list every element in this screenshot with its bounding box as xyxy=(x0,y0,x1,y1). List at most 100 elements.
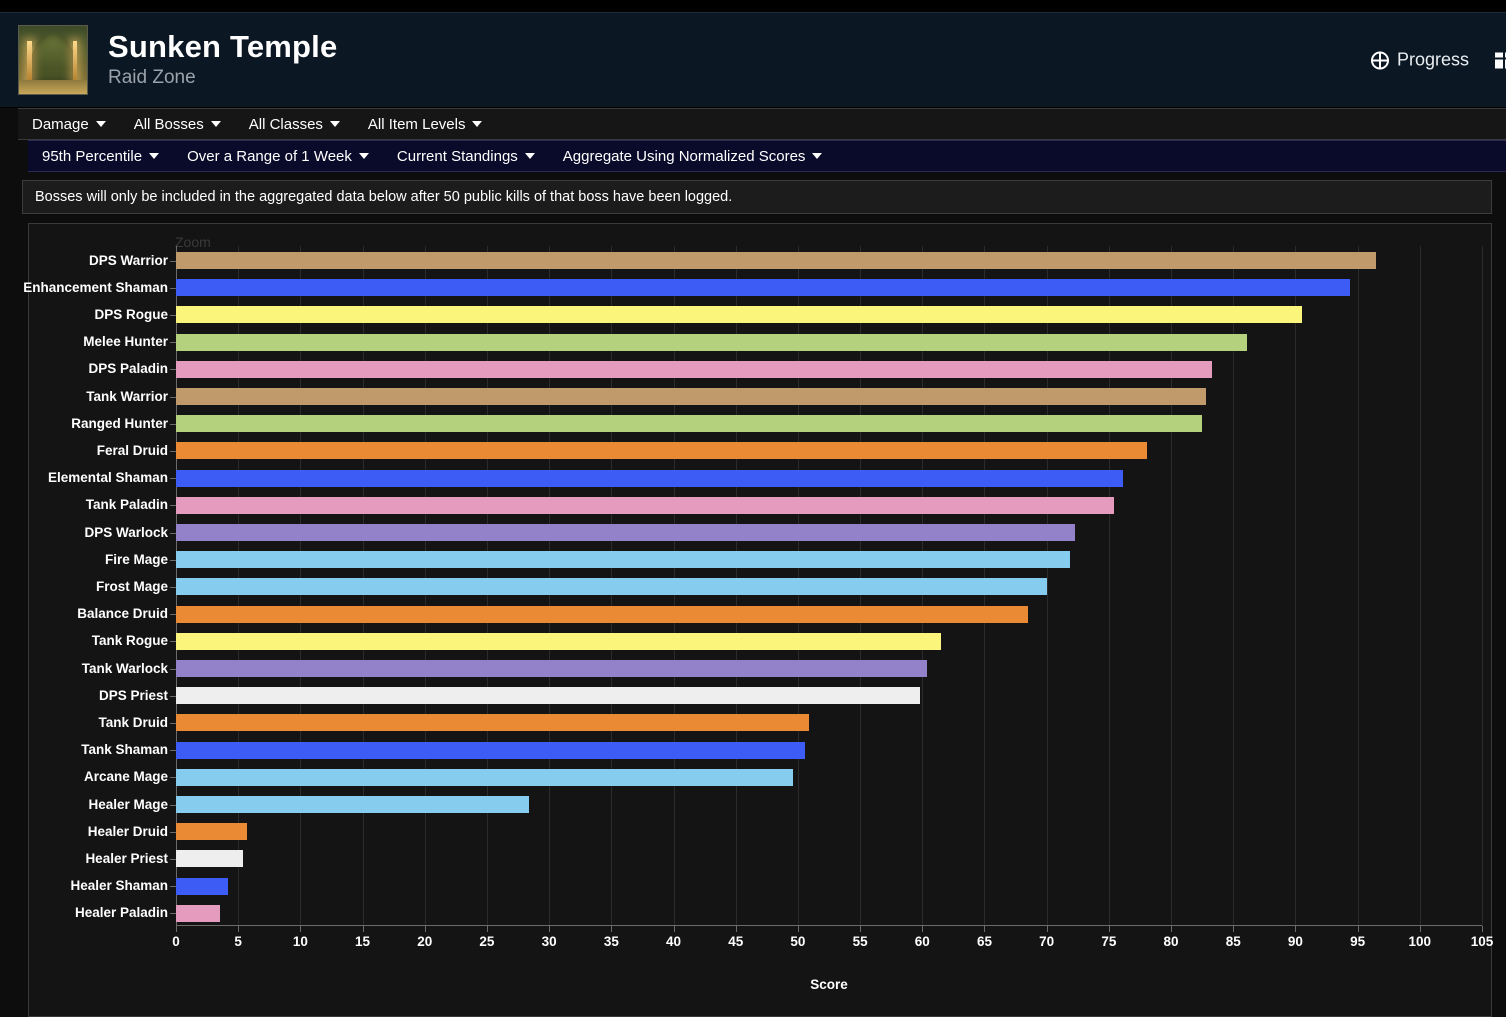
filter-secondary-2-label: Current Standings xyxy=(396,147,518,165)
y-tick-mark xyxy=(170,559,176,561)
chart-bar[interactable] xyxy=(176,578,1047,596)
chart-bar-row[interactable] xyxy=(176,442,1482,460)
chart-bar[interactable] xyxy=(176,524,1076,541)
chart-plot-area: DPS Warrior Enhancement Shaman DPS Rogue Me… xyxy=(23,246,1493,992)
chart-bar[interactable] xyxy=(176,904,220,922)
filter-secondary-0[interactable]: 95th Percentile xyxy=(28,141,173,171)
chart-bar-row[interactable] xyxy=(176,388,1482,405)
y-axis-category-label: Arcane Mage xyxy=(83,769,168,785)
y-axis-category-label: Balance Druid xyxy=(77,606,168,622)
filter-primary-0-label: Damage xyxy=(32,115,89,133)
chart-bar-row[interactable] xyxy=(176,904,1482,922)
y-axis-category-label: Healer Druid xyxy=(87,823,168,839)
chart-bar[interactable] xyxy=(176,687,920,705)
chart-bar[interactable] xyxy=(176,469,1123,487)
filter-primary-3[interactable]: All Item Levels xyxy=(354,109,497,139)
chart-bar-row[interactable] xyxy=(176,741,1482,759)
y-tick-mark xyxy=(170,668,176,670)
chart-bar[interactable] xyxy=(176,388,1206,405)
filter-secondary-0-label: 95th Percentile xyxy=(42,147,143,165)
chart-bar-row[interactable] xyxy=(176,660,1482,677)
chart-bar-row[interactable] xyxy=(176,306,1482,324)
chart-bar[interactable] xyxy=(176,714,810,732)
chart-bar[interactable] xyxy=(176,768,793,786)
x-tick-label: 35 xyxy=(603,934,619,949)
chart-bar-row[interactable] xyxy=(176,714,1482,732)
chart-bar-row[interactable] xyxy=(176,279,1482,297)
x-axis-title: Score xyxy=(810,977,848,992)
filter-primary-1[interactable]: All Bosses xyxy=(120,109,235,139)
filter-primary-2[interactable]: All Classes xyxy=(235,109,354,139)
chart-bar[interactable] xyxy=(176,741,806,759)
y-axis-category-label: DPS Warrior xyxy=(88,252,168,268)
y-axis-category-label: Healer Paladin xyxy=(74,905,168,921)
filter-secondary-1[interactable]: Over a Range of 1 Week xyxy=(173,141,383,171)
x-tick-mark xyxy=(238,926,240,932)
y-tick-mark xyxy=(170,750,176,752)
chart-bar[interactable] xyxy=(176,360,1213,378)
y-tick-mark xyxy=(170,886,176,888)
chart-bar[interactable] xyxy=(176,442,1148,460)
chart-bar-row[interactable] xyxy=(176,252,1482,269)
x-tick-mark xyxy=(1482,926,1483,932)
x-tick-label: 95 xyxy=(1350,934,1366,949)
progress-link[interactable]: Progress xyxy=(1370,50,1469,71)
x-tick-mark xyxy=(1108,926,1110,932)
y-axis-category-label: Melee Hunter xyxy=(83,334,168,350)
y-axis-category-label: Tank Rogue xyxy=(91,633,168,649)
y-tick-mark xyxy=(170,614,176,616)
y-axis-category-label: Tank Druid xyxy=(98,714,168,730)
chart-bar-row[interactable] xyxy=(176,823,1482,841)
x-tick-mark xyxy=(797,926,799,932)
chart-bar-row[interactable] xyxy=(176,768,1482,786)
chart-bar-row[interactable] xyxy=(176,632,1482,650)
chart-bar-row[interactable] xyxy=(176,551,1482,569)
chart-bar[interactable] xyxy=(176,660,928,677)
chart-bar-row[interactable] xyxy=(176,605,1482,623)
y-tick-mark xyxy=(170,369,176,371)
y-tick-mark xyxy=(170,342,176,344)
x-tick-mark xyxy=(1419,926,1421,932)
chart-bar[interactable] xyxy=(176,306,1302,324)
x-tick-mark xyxy=(300,926,302,932)
filter-secondary-2[interactable]: Current Standings xyxy=(383,141,549,171)
y-axis-category-label: Frost Mage xyxy=(95,578,168,594)
chart-bar[interactable] xyxy=(176,415,1203,433)
x-tick-mark xyxy=(1295,926,1297,932)
x-tick-label: 50 xyxy=(790,934,806,949)
filter-secondary-3[interactable]: Aggregate Using Normalized Scores xyxy=(549,141,837,171)
chart-bar[interactable] xyxy=(176,632,941,650)
chart-bar-row[interactable] xyxy=(176,469,1482,487)
y-axis-category-label: Feral Druid xyxy=(96,442,168,458)
chart-bar-row[interactable] xyxy=(176,415,1482,433)
y-axis-category-label: Ranged Hunter xyxy=(71,415,168,431)
chart-bar-row[interactable] xyxy=(176,877,1482,895)
chart-bar-row[interactable] xyxy=(176,687,1482,705)
chart-bar[interactable] xyxy=(176,252,1377,269)
chart-bar-row[interactable] xyxy=(176,360,1482,378)
chart-bar[interactable] xyxy=(176,877,229,895)
chart-bar-row[interactable] xyxy=(176,496,1482,514)
chart-bar-row[interactable] xyxy=(176,578,1482,596)
grid-table-icon[interactable] xyxy=(1495,52,1506,68)
top-black-strip xyxy=(0,0,1506,12)
x-tick-mark xyxy=(486,926,488,932)
chart-bar[interactable] xyxy=(176,551,1071,569)
chart-bar[interactable] xyxy=(176,333,1247,351)
filter-secondary-1-label: Over a Range of 1 Week xyxy=(187,147,352,165)
chart-bar[interactable] xyxy=(176,796,530,813)
chart-bar-row[interactable] xyxy=(176,524,1482,541)
chart-bar[interactable] xyxy=(176,850,244,868)
chart-bar[interactable] xyxy=(176,496,1114,514)
chart-bar[interactable] xyxy=(176,823,247,841)
chart-bar[interactable] xyxy=(176,279,1351,297)
x-tick-mark xyxy=(860,926,862,932)
x-axis-ticks: 0 5 10 15 20 25 30 35 40 45 50 55 60 65 70 75 80 85 90 95 10… xyxy=(172,926,1493,960)
chart-bar[interactable] xyxy=(176,605,1028,623)
filter-primary-0[interactable]: Damage xyxy=(18,109,120,139)
chart-bar-row[interactable] xyxy=(176,333,1482,351)
page-title: Sunken Temple xyxy=(108,29,338,64)
chart-bar-row[interactable] xyxy=(176,796,1482,813)
x-tick-label: 45 xyxy=(728,934,744,949)
chart-bar-row[interactable] xyxy=(176,850,1482,868)
